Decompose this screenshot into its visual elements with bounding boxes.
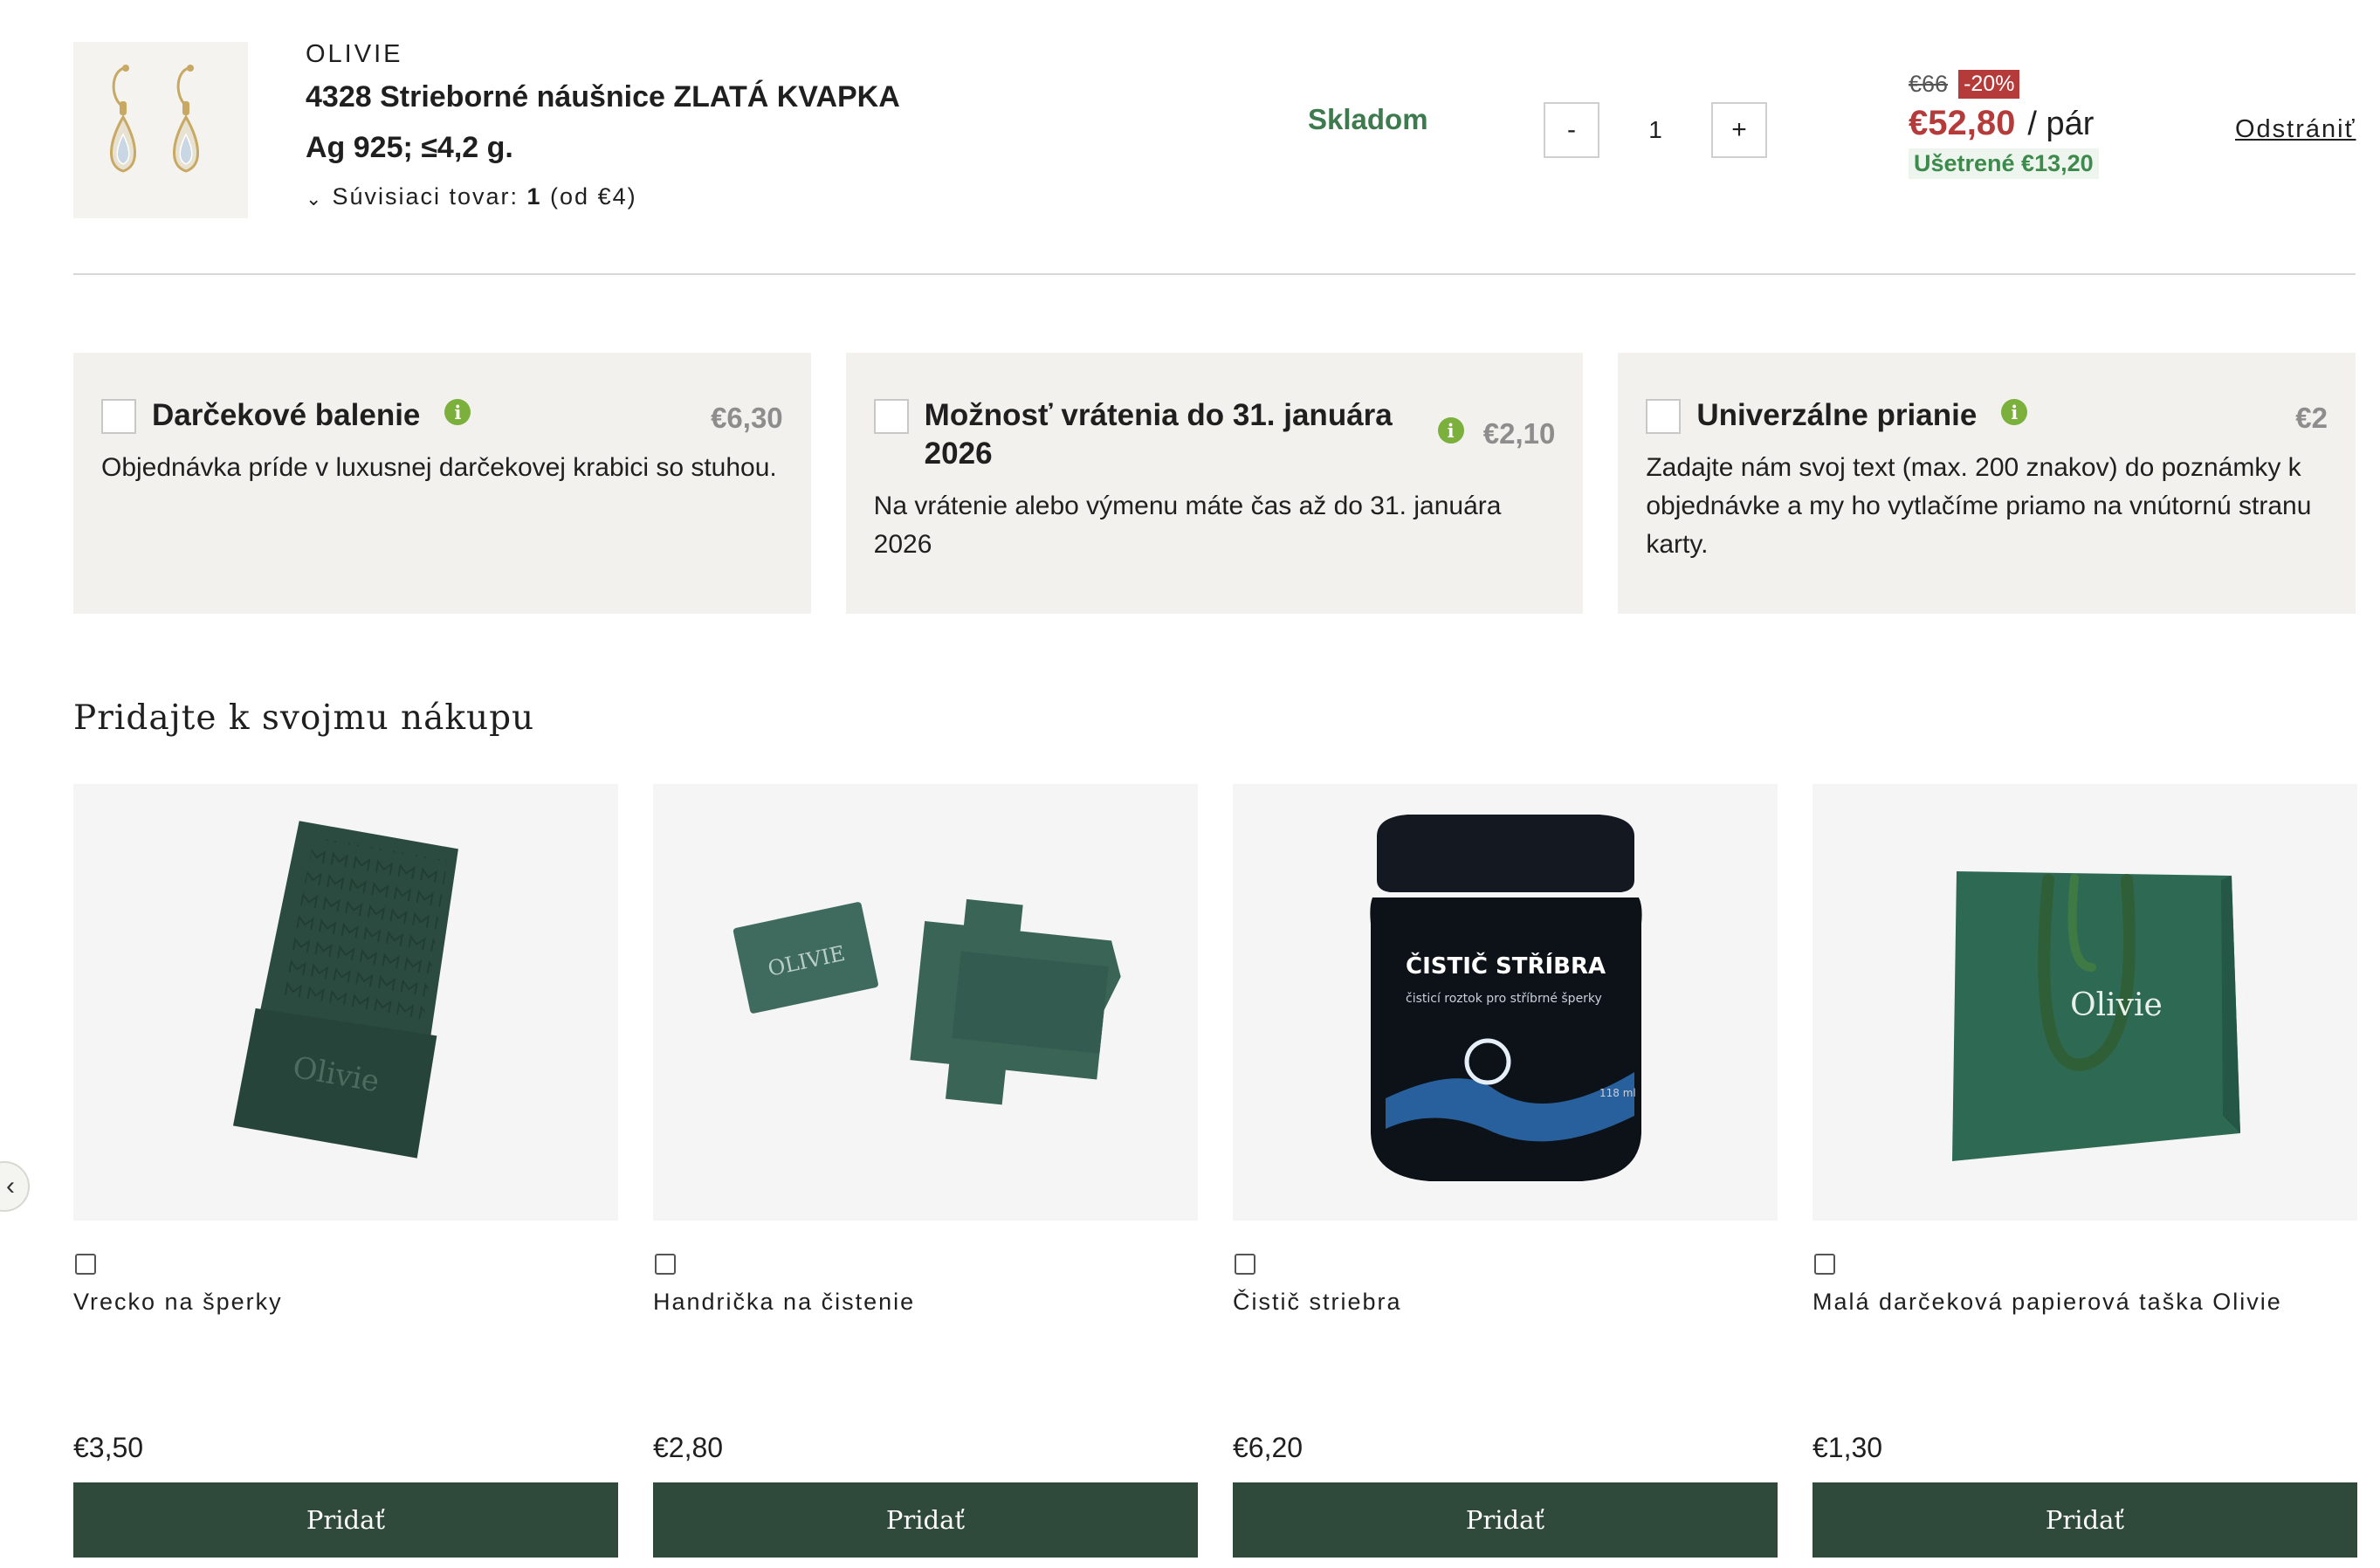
product-thumbnail[interactable]	[73, 42, 248, 218]
add-button[interactable]: Pridať	[1813, 1482, 2357, 1558]
product-card: Olivie Vrecko na šperky €3,50 Pridať	[73, 784, 618, 1558]
info-icon[interactable]: i	[1437, 417, 1464, 444]
cleaner-subtitle-text: čisticí roztok pro stříbrné šperky	[1406, 992, 1602, 1006]
quantity-value[interactable]: 1	[1599, 116, 1711, 144]
add-button[interactable]: Pridať	[653, 1482, 1198, 1558]
service-price: €6,30	[711, 402, 783, 434]
product-image[interactable]: Olivie	[73, 784, 618, 1221]
product-image[interactable]: Olivie	[1813, 784, 2357, 1221]
product-card: OLIVIE Handrička na čistenie €2,80 Prida…	[653, 784, 1198, 1558]
service-description: Objednávka príde v luxusnej darčekovej k…	[101, 453, 777, 482]
cart-page: OLIVIE 4328 Strieborné náušnice ZLATÁ KV…	[0, 0, 2380, 1568]
return-option-checkbox[interactable]	[873, 399, 909, 434]
related-from-price: (od €4)	[541, 183, 637, 210]
upsell-products: Olivie Vrecko na šperky €3,50 Pridať OLI…	[73, 784, 2357, 1558]
cart-item-row: OLIVIE 4328 Strieborné náušnice ZLATÁ KV…	[73, 35, 2356, 275]
add-button[interactable]: Pridať	[1233, 1482, 1778, 1558]
add-button[interactable]: Pridať	[73, 1482, 618, 1558]
silver-cleaner-image: ČISTIČ STŘÍBRA čisticí roztok pro stříbr…	[1370, 815, 1642, 1181]
service-price: €2,10	[1482, 417, 1556, 450]
product-spec: Ag 925; ≤4,2 g.	[306, 131, 513, 164]
service-title: Univerzálne prianie	[1696, 398, 1978, 432]
sale-price: €52,80	[1909, 104, 2016, 142]
service-price: €2	[2295, 402, 2328, 434]
discount-badge: -20%	[1958, 70, 2020, 99]
related-label: Súvisiaci tovar:	[332, 183, 527, 210]
product-title[interactable]: Čistič striebra	[1233, 1289, 1402, 1316]
remove-item-link[interactable]: Odstrániť	[2235, 115, 2356, 144]
product-brand: OLIVIE	[306, 40, 403, 68]
product-card: ČISTIČ STŘÍBRA čisticí roztok pro stříbr…	[1233, 784, 1778, 1558]
product-checkbox[interactable]	[1235, 1254, 1255, 1275]
additional-services: Darčekové balenie i €6,30 Objednávka prí…	[73, 353, 2356, 614]
price-unit: / pár	[2027, 106, 2095, 142]
original-price: €66	[1909, 71, 1949, 97]
service-gift-wrap: Darčekové balenie i €6,30 Objednávka prí…	[73, 353, 811, 614]
product-image[interactable]: OLIVIE	[653, 784, 1198, 1221]
product-title[interactable]: Vrecko na šperky	[73, 1289, 283, 1316]
product-image[interactable]: ČISTIČ STŘÍBRA čisticí roztok pro stříbr…	[1233, 784, 1778, 1221]
product-card: Olivie Malá darčeková papierová taška Ol…	[1813, 784, 2357, 1558]
service-return-option: Možnosť vrátenia do 31. januára 2026 i €…	[845, 353, 1584, 614]
earrings-image	[110, 65, 199, 173]
chevron-down-icon: ⌄	[306, 187, 324, 210]
service-description: Zadajte nám svoj text (max. 200 znakov) …	[1646, 453, 2312, 559]
product-name[interactable]: 4328 Strieborné náušnice ZLATÁ KVAPKA	[306, 80, 900, 114]
stock-status: Skladom	[1308, 103, 1428, 135]
product-price: €2,80	[653, 1432, 724, 1463]
service-description: Na vrátenie alebo výmenu máte čas až do …	[873, 492, 1502, 559]
product-price: €3,50	[73, 1432, 144, 1463]
price-block: €66 -20% €52,80 / pár Ušetrené €13,20	[1909, 70, 2099, 179]
service-greeting-card: Univerzálne prianie i €2 Zadajte nám svo…	[1618, 353, 2356, 614]
product-checkbox[interactable]	[75, 1254, 96, 1275]
related-count: 1	[526, 183, 542, 210]
gift-wrap-checkbox[interactable]	[101, 399, 136, 434]
chevron-left-icon: ‹	[6, 1172, 15, 1200]
related-products-toggle[interactable]: ⌄ Súvisiaci tovar: 1 (od €4)	[306, 183, 637, 210]
savings-label: Ušetrené €13,20	[1909, 148, 2099, 179]
product-price: €6,20	[1233, 1432, 1303, 1463]
info-icon[interactable]: i	[444, 399, 471, 425]
service-title: Možnosť vrátenia do 31. januára 2026	[924, 398, 1393, 471]
product-price: €1,30	[1813, 1432, 1883, 1463]
quantity-increase-button[interactable]: +	[1711, 102, 1767, 158]
cleaner-volume-text: 118 ml	[1599, 1087, 1636, 1099]
upsell-section-title: Pridajte k svojmu nákupu	[73, 698, 535, 738]
carousel-prev-button[interactable]: ‹	[0, 1161, 30, 1212]
product-checkbox[interactable]	[1814, 1254, 1835, 1275]
quantity-stepper: - 1 +	[1544, 102, 1767, 158]
service-title: Darčekové balenie	[152, 398, 421, 432]
quantity-decrease-button[interactable]: -	[1544, 102, 1599, 158]
cleaning-cloth-image: OLIVIE	[733, 898, 1121, 1105]
product-checkbox[interactable]	[655, 1254, 676, 1275]
cleaner-title-text: ČISTIČ STŘÍBRA	[1406, 952, 1606, 980]
gift-bag-image: Olivie	[1952, 871, 2240, 1161]
product-title[interactable]: Malá darčeková papierová taška Olivie	[1813, 1289, 2282, 1316]
info-icon[interactable]: i	[2001, 399, 2028, 425]
jewelry-pouch-image: Olivie	[232, 821, 458, 1159]
greeting-card-checkbox[interactable]	[1646, 399, 1682, 434]
bag-logo-text: Olivie	[2070, 987, 2163, 1023]
product-title[interactable]: Handrička na čistenie	[653, 1289, 915, 1316]
